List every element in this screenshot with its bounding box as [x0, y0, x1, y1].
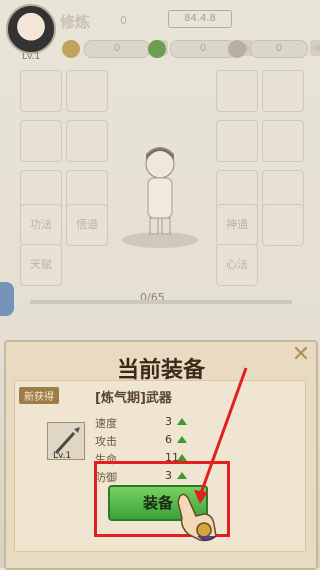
tutorial-arrow [194, 367, 248, 504]
pointing-hand-icon [177, 493, 217, 542]
